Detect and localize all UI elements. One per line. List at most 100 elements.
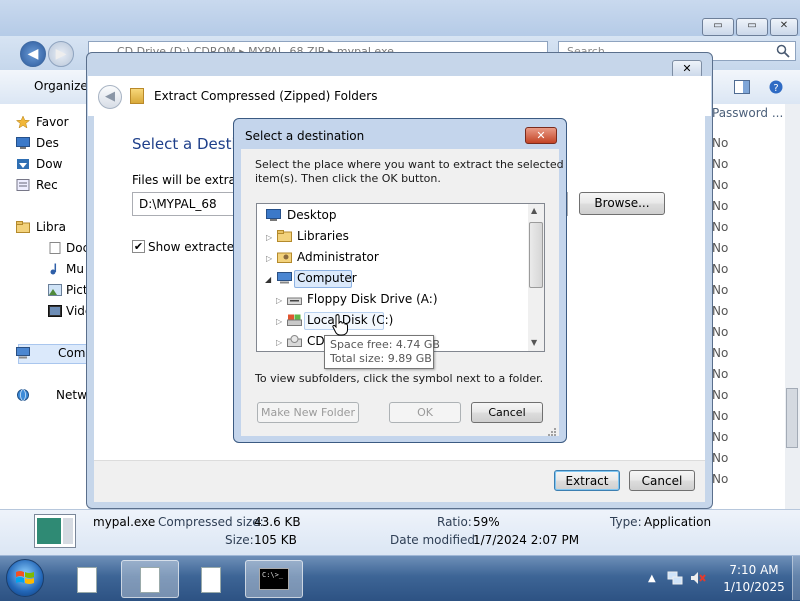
show-extracted-checkbox[interactable]: ✔: [132, 240, 145, 253]
computer-icon: [16, 347, 30, 359]
file-list-scrollbar[interactable]: [785, 104, 800, 509]
volume-muted-icon[interactable]: [690, 571, 706, 585]
nav-pictures[interactable]: Pict: [66, 283, 88, 297]
svg-text:?: ?: [773, 83, 778, 94]
make-new-folder-button[interactable]: Make New Folder: [257, 402, 359, 423]
wizard-back-button[interactable]: ◀: [98, 85, 122, 109]
password-cell: No: [712, 199, 729, 213]
password-cell: No: [712, 178, 729, 192]
pictures-icon: [48, 284, 62, 296]
nav-recent-places[interactable]: Rec: [36, 178, 58, 192]
help-icon[interactable]: ?: [768, 80, 784, 94]
search-icon: [776, 44, 790, 58]
password-cell: No: [712, 409, 729, 423]
expand-arrow-icon[interactable]: ▷: [276, 338, 282, 347]
videos-icon: [48, 305, 62, 317]
back-nav-button[interactable]: ◀: [20, 41, 46, 67]
dialog-close-button[interactable]: ✕: [525, 127, 557, 144]
details-compressed-size: 43.6 KB: [254, 515, 301, 529]
forward-nav-button[interactable]: ▶: [48, 41, 74, 67]
password-cell: No: [712, 388, 729, 402]
tree-scroll-thumb[interactable]: [529, 222, 543, 288]
libraries-icon: [277, 230, 292, 242]
file-list-scroll-thumb[interactable]: [786, 388, 798, 448]
explorer-titlebar: [0, 0, 800, 36]
expand-arrow-icon[interactable]: ▷: [266, 254, 272, 263]
password-cell: No: [712, 220, 729, 234]
details-ratio-label: Ratio:: [437, 515, 472, 529]
details-ratio: 59%: [473, 515, 500, 529]
windows-logo-icon: [16, 571, 34, 584]
details-file-name: mypal.exe: [93, 515, 156, 529]
nav-music[interactable]: Mu: [66, 262, 84, 276]
browse-button[interactable]: Browse...: [579, 192, 665, 215]
password-cell: No: [712, 346, 729, 360]
minimize-button[interactable]: ▭: [702, 18, 734, 36]
desktop-icon: [266, 209, 281, 221]
network-tray-icon[interactable]: [667, 571, 683, 585]
document-icon: [140, 567, 160, 593]
tree-item-libraries[interactable]: Libraries: [297, 229, 349, 243]
details-type: Application: [644, 515, 712, 529]
tree-item-cd-drive[interactable]: CD: [307, 334, 325, 348]
clock-time[interactable]: 7:10 AM: [720, 563, 788, 577]
recent-places-icon: [16, 179, 30, 191]
taskbar-item-1[interactable]: [59, 560, 117, 598]
tree-item-computer[interactable]: Computer: [297, 271, 357, 285]
preview-pane-icon[interactable]: [734, 80, 750, 94]
collapse-arrow-icon[interactable]: ◢: [265, 275, 271, 284]
document-icon: [77, 567, 97, 593]
password-cell: No: [712, 136, 729, 150]
tree-item-local-disk[interactable]: Local Disk (C:): [307, 313, 393, 327]
command-prompt-icon: C:\>_: [259, 568, 289, 590]
wizard-title: Extract Compressed (Zipped) Folders: [154, 89, 378, 103]
resize-grip-icon[interactable]: [548, 428, 557, 437]
organize-menu[interactable]: Organize: [34, 79, 88, 93]
wizard-cancel-button[interactable]: Cancel: [629, 470, 695, 491]
desktop-icon: [16, 137, 30, 149]
application-file-icon: [34, 514, 76, 548]
details-date: 1/7/2024 2:07 PM: [473, 533, 580, 547]
dialog-cancel-button[interactable]: Cancel: [471, 402, 543, 423]
scroll-up-icon[interactable]: ▲: [531, 206, 537, 215]
music-icon: [50, 263, 57, 275]
password-cell: No: [712, 367, 729, 381]
dialog-instruction-line-2: item(s). Then click the OK button.: [255, 172, 441, 185]
close-button[interactable]: ✕: [770, 18, 798, 36]
details-size: 105 KB: [254, 533, 297, 547]
column-header-password[interactable]: Password ...: [712, 106, 783, 120]
nav-desktop[interactable]: Des: [36, 136, 59, 150]
floppy-drive-icon: [287, 297, 302, 305]
show-desktop-button[interactable]: [792, 556, 800, 600]
expand-arrow-icon[interactable]: ▷: [276, 317, 282, 326]
ok-button[interactable]: OK: [389, 402, 461, 423]
show-hidden-icons-arrow[interactable]: ▲: [648, 573, 656, 584]
taskbar-item-3[interactable]: [183, 560, 241, 598]
nav-network[interactable]: Netw: [56, 388, 87, 402]
extract-button[interactable]: Extract: [554, 470, 620, 491]
details-compressed-size-label: Compressed size:: [158, 515, 264, 529]
nav-favorites[interactable]: Favor: [36, 115, 69, 129]
downloads-icon: [17, 159, 29, 169]
zip-folder-icon: [130, 88, 144, 104]
cd-drive-icon: [287, 335, 302, 347]
password-cell: No: [712, 325, 729, 339]
tree-item-administrator[interactable]: Administrator: [297, 250, 379, 264]
nav-downloads[interactable]: Dow: [36, 157, 62, 171]
local-disk-icon: [287, 314, 302, 326]
nav-libraries[interactable]: Libra: [36, 220, 66, 234]
dialog-hint-text: To view subfolders, click the symbol nex…: [255, 372, 544, 385]
taskbar-item-2[interactable]: [121, 560, 179, 598]
tree-item-floppy-drive[interactable]: Floppy Disk Drive (A:): [307, 292, 438, 306]
clock-date[interactable]: 1/10/2025: [720, 580, 788, 594]
password-cell: No: [712, 451, 729, 465]
expand-arrow-icon[interactable]: ▷: [266, 233, 272, 242]
expand-arrow-icon[interactable]: ▷: [276, 296, 282, 305]
tree-item-desktop[interactable]: Desktop: [287, 208, 337, 222]
user-folder-icon: [277, 252, 292, 263]
details-type-label: Type:: [610, 515, 642, 529]
documents-icon: [49, 242, 61, 254]
maximize-button[interactable]: ▭: [736, 18, 768, 36]
details-size-label: Size:: [225, 533, 254, 547]
scroll-down-icon[interactable]: ▼: [531, 338, 537, 347]
